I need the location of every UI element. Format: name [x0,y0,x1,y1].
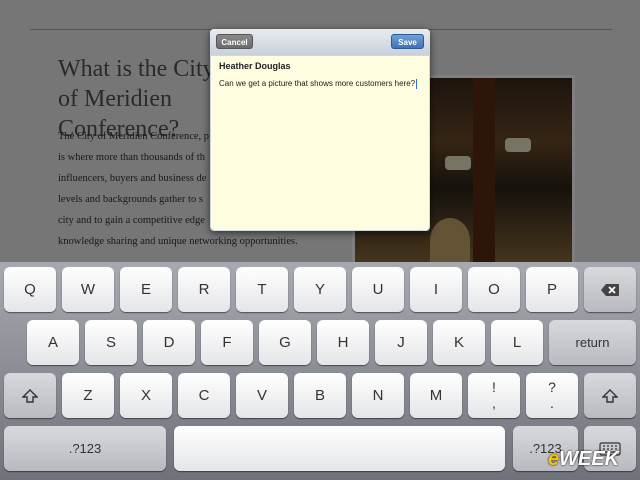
key-v[interactable]: V [236,373,288,418]
shift-right-key[interactable] [584,373,636,418]
note-author: Heather Douglas [219,61,291,71]
key-s[interactable]: S [85,320,137,365]
key-z[interactable]: Z [62,373,114,418]
key-bottom-glyph: , [492,395,496,411]
key-g[interactable]: G [259,320,311,365]
key-j[interactable]: J [375,320,427,365]
space-bar[interactable] [174,426,505,471]
key-u[interactable]: U [352,267,404,312]
key-exclaim-comma[interactable]: ! , [468,373,520,418]
key-e[interactable]: E [120,267,172,312]
key-m[interactable]: M [410,373,462,418]
numbers-key-left[interactable]: .?123 [4,426,166,471]
key-n[interactable]: N [352,373,404,418]
key-bottom-glyph: . [550,395,554,411]
logo-text: WEEK [559,448,620,470]
save-button[interactable]: Save [391,34,424,49]
key-d[interactable]: D [143,320,195,365]
key-top-glyph: ? [548,379,556,395]
return-key[interactable]: return [549,320,636,365]
onscreen-keyboard: Q W E R T Y U I O P A S D F G H J K L re… [0,262,640,480]
backspace-key[interactable] [584,267,636,312]
key-b[interactable]: B [294,373,346,418]
cancel-button[interactable]: Cancel [216,34,253,49]
shift-icon [601,389,619,403]
key-c[interactable]: C [178,373,230,418]
key-top-glyph: ! [492,379,496,395]
key-t[interactable]: T [236,267,288,312]
eweek-logo: eWEEK [548,448,619,471]
key-i[interactable]: I [410,267,462,312]
shift-icon [21,389,39,403]
key-a[interactable]: A [27,320,79,365]
key-f[interactable]: F [201,320,253,365]
key-p[interactable]: P [526,267,578,312]
key-k[interactable]: K [433,320,485,365]
note-popover: Cancel Save Heather Douglas Can we get a… [210,29,430,231]
key-q[interactable]: Q [4,267,56,312]
note-editor[interactable]: Heather Douglas Can we get a picture tha… [211,56,429,230]
note-text: Can we get a picture that shows more cus… [219,79,416,88]
key-l[interactable]: L [491,320,543,365]
text-cursor [416,78,418,89]
backspace-icon [601,284,619,297]
key-y[interactable]: Y [294,267,346,312]
popover-toolbar: Cancel Save [210,29,430,55]
key-question-period[interactable]: ? . [526,373,578,418]
note-text-input[interactable]: Can we get a picture that shows more cus… [219,78,419,89]
key-o[interactable]: O [468,267,520,312]
key-x[interactable]: X [120,373,172,418]
key-r[interactable]: R [178,267,230,312]
key-h[interactable]: H [317,320,369,365]
shift-left-key[interactable] [4,373,56,418]
key-w[interactable]: W [62,267,114,312]
logo-prefix: e [548,448,560,470]
